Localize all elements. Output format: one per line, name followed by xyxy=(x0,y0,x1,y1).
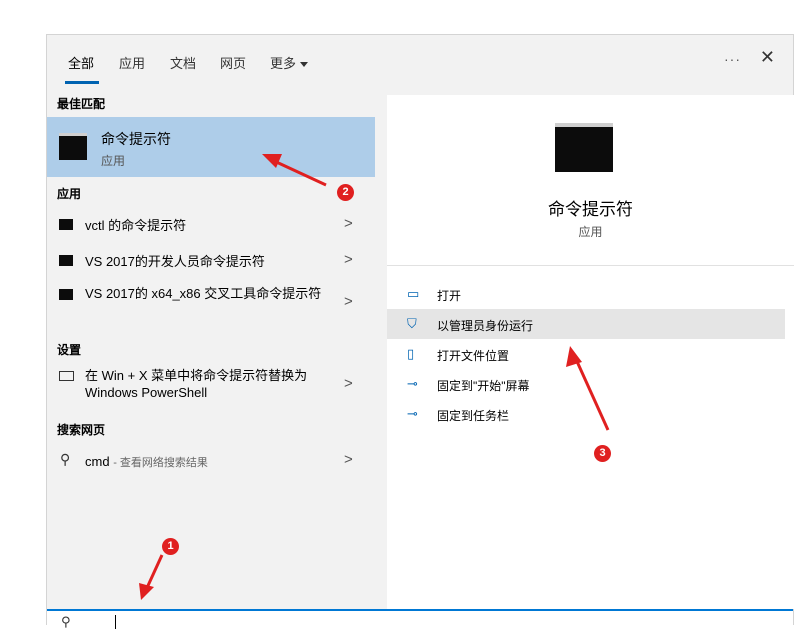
arrowhead-1 xyxy=(139,583,154,600)
arrow-2 xyxy=(271,158,327,187)
annotation-arrows xyxy=(139,154,610,600)
annotation-badge-1: 1 xyxy=(162,538,179,555)
arrow-1 xyxy=(144,554,164,591)
annotation-badge-2: 2 xyxy=(337,184,354,201)
arrowhead-2 xyxy=(262,154,282,168)
arrow-3 xyxy=(573,356,610,431)
annotation-badge-3: 3 xyxy=(594,445,611,462)
